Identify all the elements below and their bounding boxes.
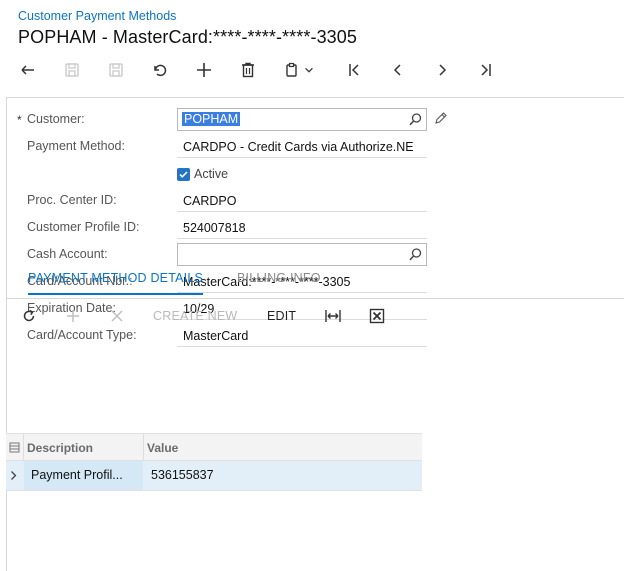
undo-button[interactable] (146, 56, 174, 84)
payment-method-field[interactable]: CARDPO - Credit Cards via Authorize.NE (177, 135, 427, 158)
required-mark: * (17, 113, 22, 127)
chevron-down-icon (305, 67, 313, 73)
refresh-button[interactable] (18, 304, 40, 328)
tab-payment-method-details[interactable]: PAYMENT METHOD DETAILS (28, 271, 204, 295)
customer-input[interactable]: POPHAM (177, 108, 427, 131)
add-icon (67, 310, 79, 322)
refresh-icon (23, 309, 35, 322)
pencil-icon[interactable] (433, 111, 448, 126)
copy-paste-icon (286, 62, 297, 77)
create-new-button[interactable]: CREATE NEW (153, 304, 237, 328)
delete-row-button[interactable] (106, 304, 128, 328)
fit-columns-button[interactable] (322, 304, 344, 328)
chevron-right-icon[interactable] (10, 470, 18, 481)
table-row[interactable]: Payment Profil... 536155837 (6, 461, 422, 491)
column-separator (23, 434, 24, 462)
tab-bar: PAYMENT METHOD DETAILS BILLING INFO (6, 269, 624, 299)
fit-width-icon (325, 310, 341, 322)
search-icon[interactable] (408, 112, 423, 127)
save-close-button[interactable] (102, 56, 130, 84)
add-button[interactable] (190, 56, 218, 84)
column-header-value[interactable]: Value (147, 441, 178, 455)
close-icon (111, 310, 123, 322)
back-icon (21, 65, 34, 75)
excel-icon (369, 308, 385, 324)
edit-button[interactable]: EDIT (267, 304, 296, 328)
previous-record-icon (393, 64, 401, 76)
column-header-description[interactable]: Description (27, 441, 93, 455)
customer-profile-value: 524007818 (183, 221, 246, 235)
first-record-icon (349, 64, 359, 76)
tab-billing-info[interactable]: BILLING INFO (237, 271, 321, 293)
column-separator (143, 434, 144, 462)
summary-form: * Customer: POPHAM Payment Method: CARDP… (6, 97, 624, 571)
customer-profile-label: Customer Profile ID: (27, 220, 140, 234)
export-excel-button[interactable] (366, 304, 388, 328)
undo-icon (154, 64, 167, 77)
payment-method-label: Payment Method: (27, 139, 125, 153)
grid-toolbar: CREATE NEW EDIT (6, 300, 624, 332)
delete-icon (242, 62, 254, 78)
add-icon (197, 63, 211, 77)
previous-record-button[interactable] (384, 56, 412, 84)
active-checkbox[interactable] (177, 168, 190, 181)
checkmark-icon (179, 171, 188, 178)
page-title: POPHAM - MasterCard:****-****-****-3305 (18, 27, 358, 47)
add-row-button[interactable] (62, 304, 84, 328)
proc-center-field: CARDPO (177, 189, 427, 212)
save-button[interactable] (58, 56, 86, 84)
back-button[interactable] (14, 56, 42, 84)
last-record-icon (481, 64, 491, 76)
value-cell[interactable]: 536155837 (151, 468, 214, 482)
cash-account-label: Cash Account: (27, 247, 108, 261)
customer-label: Customer: (27, 112, 85, 126)
proc-center-label: Proc. Center ID: (27, 193, 117, 207)
row-selector-icon[interactable] (9, 442, 20, 453)
first-record-button[interactable] (340, 56, 368, 84)
delete-button[interactable] (234, 56, 262, 84)
grid-header: Description Value (6, 433, 422, 462)
customer-value: POPHAM (182, 112, 241, 126)
active-label: Active (194, 167, 229, 181)
save-icon (65, 63, 79, 77)
next-record-icon (439, 64, 447, 76)
search-icon[interactable] (408, 247, 423, 262)
last-record-button[interactable] (472, 56, 500, 84)
cash-account-input[interactable] (177, 243, 427, 266)
proc-center-value: CARDPO (183, 194, 237, 208)
breadcrumb[interactable]: Customer Payment Methods (18, 9, 176, 23)
copy-paste-dropdown[interactable] (302, 56, 316, 84)
save-close-icon (109, 63, 123, 77)
description-cell[interactable]: Payment Profil... (31, 468, 123, 482)
next-record-button[interactable] (428, 56, 456, 84)
customer-profile-field: 524007818 (177, 216, 427, 239)
payment-method-value: CARDPO - Credit Cards via Authorize.NE (183, 140, 414, 154)
